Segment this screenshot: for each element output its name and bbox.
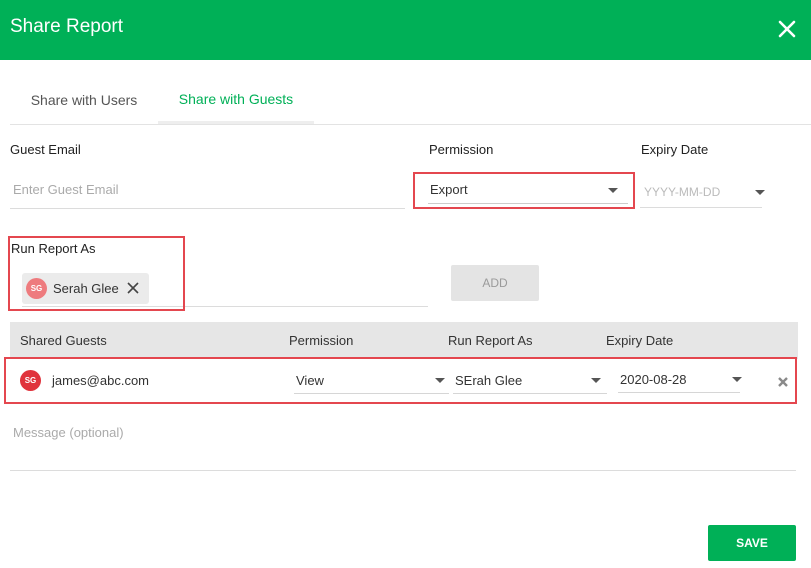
message-placeholder: Message (optional) [13, 425, 124, 440]
close-icon [778, 20, 796, 38]
column-header: Run Report As [448, 333, 533, 348]
add-button[interactable]: ADD [451, 265, 539, 301]
save-button[interactable]: SAVE [708, 525, 796, 561]
shared-guests-table-header: Shared Guests Permission Run Report As E… [10, 322, 798, 359]
permission-label: Permission [429, 142, 494, 157]
expiry-date-placeholder: YYYY-MM-DD [644, 185, 721, 199]
dialog-header: Share Report [0, 0, 811, 60]
tab-share-with-guests[interactable]: Share with Guests [158, 76, 314, 124]
dialog-title: Share Report [10, 16, 124, 37]
tabs-divider [10, 124, 811, 125]
column-header: Shared Guests [20, 333, 107, 348]
run-as-highlight [8, 236, 185, 311]
chevron-down-icon [755, 190, 765, 195]
guest-email-underline [10, 208, 405, 209]
close-button[interactable] [772, 14, 802, 44]
guest-email-label: Guest Email [10, 142, 81, 157]
row-highlight [4, 357, 797, 404]
message-input[interactable]: Message (optional) [10, 415, 796, 471]
permission-highlight [413, 172, 635, 209]
expiry-date-input[interactable]: YYYY-MM-DD [640, 178, 765, 208]
guest-email-input[interactable]: Enter Guest Email [13, 182, 119, 197]
tab-share-with-users[interactable]: Share with Users [10, 76, 158, 124]
column-header: Permission [289, 333, 354, 348]
expiry-date-label: Expiry Date [641, 142, 709, 157]
column-header: Expiry Date [606, 333, 674, 348]
